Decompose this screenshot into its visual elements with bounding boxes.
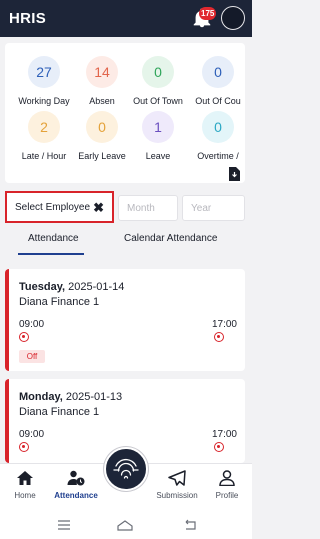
person-icon: [219, 470, 235, 486]
record-employee: Diana Finance 1: [19, 296, 100, 308]
stat-overtime[interactable]: 0 Overtime /: [187, 111, 249, 161]
attendance-card[interactable]: Tuesday, 2025-01-14 Diana Finance 1 09:0…: [5, 269, 245, 371]
record-employee: Diana Finance 1: [19, 406, 100, 418]
time-out: 17:00: [211, 319, 237, 330]
time-in: 09:00: [19, 429, 45, 440]
nav-submission-label: Submission: [156, 491, 198, 500]
stat-value: 0: [202, 111, 234, 143]
stat-label: Leave: [145, 151, 171, 161]
user-clock-icon: [67, 470, 85, 486]
stat-label: Out Of Town: [133, 96, 183, 106]
year-field[interactable]: Year: [182, 195, 245, 221]
stat-value: 0: [142, 56, 174, 88]
notification-badge: 175: [199, 7, 217, 20]
nav-submission[interactable]: Submission: [153, 470, 201, 500]
stat-value: 14: [86, 56, 118, 88]
stat-value: 1: [142, 111, 174, 143]
back-icon[interactable]: [183, 519, 199, 531]
nav-profile-label: Profile: [215, 491, 239, 500]
check-out-icon: [214, 332, 224, 342]
nav-profile[interactable]: Profile: [203, 470, 251, 500]
stat-value: 27: [28, 56, 60, 88]
home-icon: [17, 471, 33, 485]
check-in-icon: [19, 442, 29, 452]
time-out: 17:00: [211, 429, 237, 440]
avatar[interactable]: [221, 6, 245, 30]
stat-label: Absen: [89, 96, 115, 106]
time-in: 09:00: [19, 319, 45, 330]
month-field[interactable]: Month: [118, 195, 178, 221]
stat-label: Early Leave: [78, 151, 126, 161]
stat-value: 0: [86, 111, 118, 143]
stat-label: Out Of Cou: [195, 96, 241, 106]
nav-home[interactable]: Home: [1, 470, 49, 500]
clear-icon[interactable]: ✖: [93, 200, 104, 216]
nav-home-label: Home: [14, 491, 36, 500]
stat-out-of-country[interactable]: 0 Out Of Cou: [187, 56, 249, 106]
home-system-icon[interactable]: [117, 519, 133, 531]
status-badge: Off: [19, 350, 45, 363]
download-icon[interactable]: [228, 167, 240, 181]
tab-attendance[interactable]: Attendance: [28, 233, 79, 244]
fingerprint-button[interactable]: [104, 447, 148, 491]
nav-attendance[interactable]: Attendance: [52, 470, 100, 500]
check-in-icon: [19, 332, 29, 342]
summary-card: 27 Working Day 14 Absen 0 Out Of Town 0 …: [5, 43, 245, 183]
tab-calendar-attendance[interactable]: Calendar Attendance: [124, 233, 217, 244]
stat-leave[interactable]: 1 Leave: [127, 111, 189, 161]
stat-value: 2: [28, 111, 60, 143]
recent-apps-icon[interactable]: [56, 519, 72, 531]
active-tab-indicator: [18, 253, 84, 255]
stat-label: Overtime /: [197, 151, 239, 161]
stat-value: 0: [202, 56, 234, 88]
send-icon: [168, 470, 186, 486]
employee-select-label: Select Employee: [15, 201, 91, 213]
system-nav-bar: [0, 511, 252, 539]
stat-label: Late / Hour: [21, 151, 67, 161]
record-date: Monday, 2025-01-13: [19, 391, 123, 403]
employee-select[interactable]: Select Employee ✖: [5, 191, 114, 223]
nav-attendance-label: Attendance: [54, 491, 98, 500]
stat-label: Working Day: [18, 96, 70, 106]
view-tabs: Attendance Calendar Attendance: [0, 231, 252, 257]
stat-working-day[interactable]: 27 Working Day: [13, 56, 75, 106]
stat-early-leave[interactable]: 0 Early Leave: [71, 111, 133, 161]
record-date: Tuesday, 2025-01-14: [19, 281, 125, 293]
stat-late-hour[interactable]: 2 Late / Hour: [13, 111, 75, 161]
stat-out-of-town[interactable]: 0 Out Of Town: [127, 56, 189, 106]
status-bar: [5, 379, 9, 463]
fingerprint-icon: [113, 458, 139, 479]
stat-absen[interactable]: 14 Absen: [71, 56, 133, 106]
filter-bar: Select Employee ✖ Month Year: [0, 191, 252, 223]
app-title: HRIS: [9, 10, 47, 27]
check-out-icon: [214, 442, 224, 452]
status-bar: [5, 269, 9, 371]
